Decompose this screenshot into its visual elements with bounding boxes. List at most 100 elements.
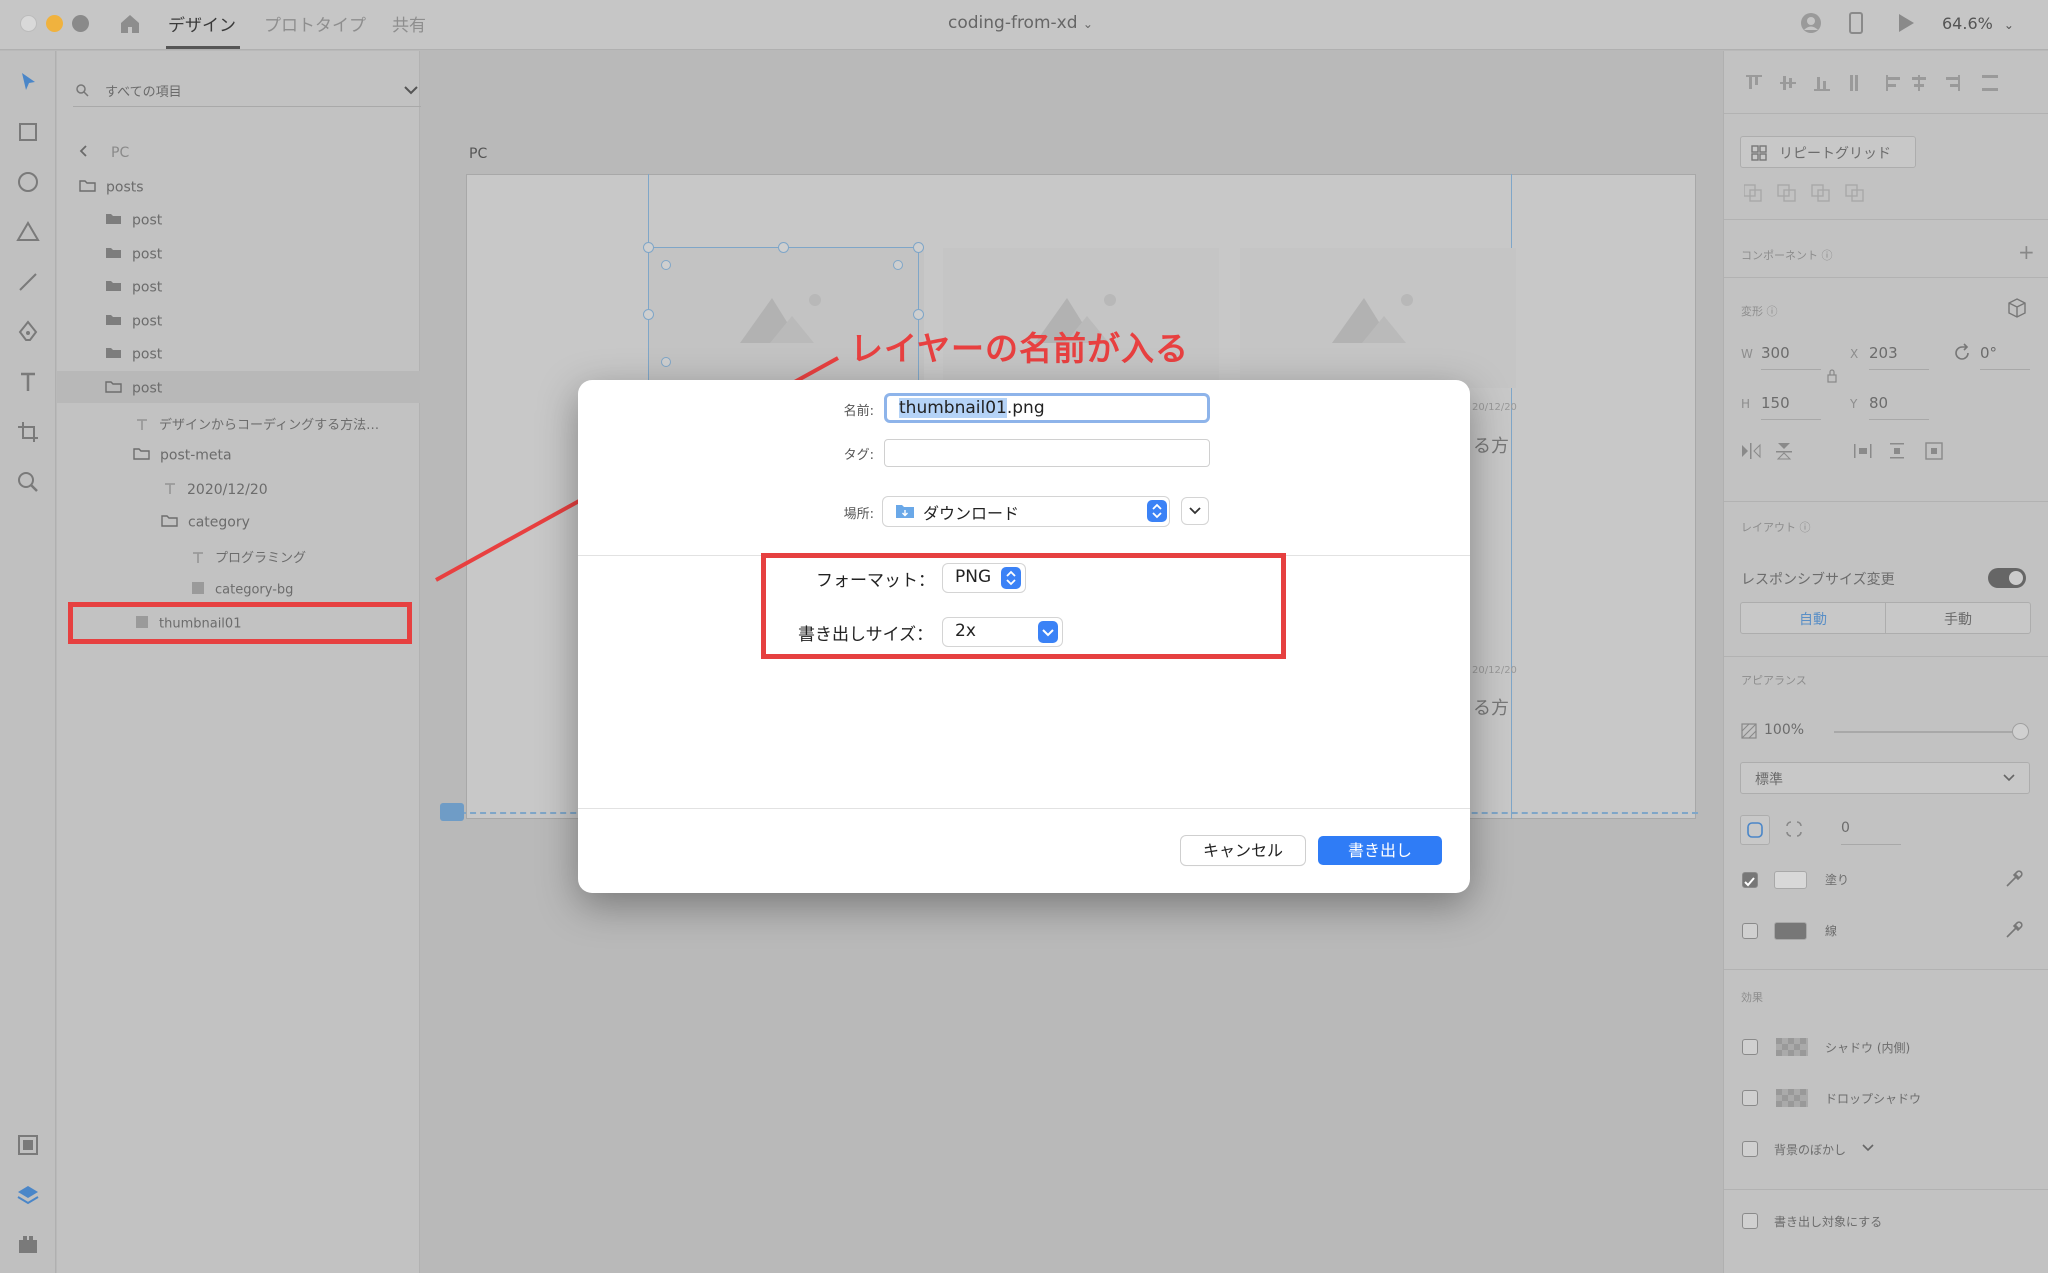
blend-mode-select[interactable]: 標準 [1740, 762, 2030, 794]
rectangle-tool-icon[interactable] [14, 118, 42, 146]
repeat-grid-button[interactable]: リピートグリッド [1740, 136, 1916, 168]
eyedropper-icon[interactable] [2004, 920, 2024, 940]
expand-location-button[interactable] [1182, 498, 1208, 524]
corner-radius-handle[interactable] [893, 260, 903, 270]
image-placeholder-icon [1332, 294, 1413, 343]
layer-item-date[interactable]: 2020/12/20 [163, 481, 268, 499]
layer-item-post[interactable]: post [105, 246, 162, 263]
user-icon[interactable] [1800, 12, 1822, 34]
tag-input[interactable] [884, 439, 1210, 467]
home-icon[interactable] [118, 12, 142, 36]
resize-handle[interactable] [643, 242, 654, 253]
y-input[interactable]: 80 [1869, 394, 1888, 412]
opacity-slider-track[interactable] [1834, 731, 2018, 733]
tab-share[interactable]: 共有 [392, 11, 426, 36]
3d-transform-icon[interactable] [2006, 297, 2028, 319]
section-component-label: コンポーネント [1741, 249, 1818, 262]
layer-item-category[interactable]: category [161, 514, 250, 531]
assets-panel-icon[interactable] [14, 1131, 42, 1159]
artboard-tool-icon[interactable] [14, 418, 42, 446]
location-select[interactable]: ダウンロード [883, 497, 1169, 526]
layer-label: post-meta [160, 447, 232, 464]
chevron-down-icon[interactable] [1862, 1144, 1874, 1152]
ellipse-tool-icon[interactable] [14, 168, 42, 196]
select-tool-icon[interactable] [14, 68, 42, 96]
lock-aspect-icon[interactable] [1827, 369, 1837, 383]
layer-item-title-text[interactable]: デザインからコーディングする方法… [135, 414, 379, 435]
boolean-ops-icons[interactable] [1744, 183, 1874, 203]
layer-item-post-meta[interactable]: post-meta [133, 447, 232, 464]
width-input[interactable]: 300 [1761, 344, 1790, 362]
layer-item-post[interactable]: post [105, 313, 162, 330]
export-button[interactable]: 書き出し [1318, 836, 1442, 865]
chevron-down-icon: ⌄ [1082, 17, 1093, 31]
fill-checkbox[interactable] [1742, 872, 1758, 888]
tab-design[interactable]: デザイン [168, 11, 236, 36]
inner-shadow-checkbox[interactable] [1742, 1039, 1758, 1055]
corner-radius-value[interactable]: 0 [1841, 820, 1850, 836]
window-minimize-button[interactable] [46, 15, 63, 32]
mark-for-export-checkbox[interactable] [1742, 1213, 1758, 1229]
resize-manual-button[interactable]: 手動 [1885, 602, 2031, 634]
align-icons[interactable] [1746, 73, 2026, 93]
stroke-checkbox[interactable] [1742, 923, 1758, 939]
tab-prototype[interactable]: プロトタイプ [264, 11, 366, 36]
layer-item-pc[interactable]: PC [79, 145, 129, 161]
plugins-panel-icon[interactable] [14, 1231, 42, 1259]
artboard-label[interactable]: PC [469, 146, 487, 162]
pen-tool-icon[interactable] [14, 318, 42, 346]
play-icon[interactable] [1896, 12, 1916, 34]
document-title[interactable]: coding-from-xd ⌄ [948, 13, 1093, 33]
responsive-resize-toggle[interactable] [1988, 568, 2026, 588]
drop-shadow-checkbox[interactable] [1742, 1090, 1758, 1106]
flip-distribute-icons[interactable] [1740, 441, 2030, 461]
resize-auto-button[interactable]: 自動 [1740, 602, 1886, 634]
layer-item-posts[interactable]: posts [79, 179, 144, 196]
layer-item-post-open[interactable]: post [105, 380, 162, 397]
layer-item-category-bg[interactable]: category-bg [191, 581, 293, 599]
file-name-input[interactable]: thumbnail01.png [884, 393, 1210, 423]
layer-search-text: すべての項目 [105, 85, 182, 100]
layers-panel-icon[interactable] [14, 1181, 42, 1209]
opacity-slider-thumb[interactable] [2012, 723, 2029, 740]
corner-radius-handle[interactable] [661, 260, 671, 270]
fill-color-swatch[interactable] [1774, 871, 1807, 889]
individual-radius-button[interactable] [1780, 815, 1810, 845]
zoom-tool-icon[interactable] [14, 468, 42, 496]
x-input[interactable]: 203 [1869, 344, 1898, 362]
name-label: 名前: [843, 404, 874, 419]
line-tool-icon[interactable] [14, 268, 42, 296]
chevron-left-icon[interactable] [79, 145, 89, 161]
viewport-guide-handle[interactable] [440, 803, 464, 821]
thumbnail-placeholder[interactable] [1240, 248, 1516, 388]
height-input[interactable]: 150 [1761, 394, 1790, 412]
layer-item-post[interactable]: post [105, 279, 162, 296]
window-close-button[interactable] [20, 15, 37, 32]
card-date-text: 20/12/20 [1472, 665, 1517, 676]
eyedropper-icon[interactable] [2004, 869, 2024, 889]
background-blur-checkbox[interactable] [1742, 1141, 1758, 1157]
text-tool-icon[interactable] [14, 368, 42, 396]
corner-radius-handle[interactable] [661, 357, 671, 367]
zoom-level[interactable]: 64.6% ⌄ [1942, 14, 2014, 33]
text-layer-icon [191, 550, 205, 568]
resize-handle[interactable] [913, 309, 924, 320]
layer-search[interactable]: すべての項目 [73, 73, 423, 107]
mobile-preview-icon[interactable] [1848, 12, 1864, 34]
rotation-input[interactable]: 0° [1980, 344, 1997, 362]
resize-handle[interactable] [913, 242, 924, 253]
layer-item-post[interactable]: post [105, 346, 162, 363]
resize-handle[interactable] [778, 242, 789, 253]
add-component-button[interactable]: + [2018, 240, 2035, 264]
layer-item-post[interactable]: post [105, 212, 162, 229]
folder-filled-icon [105, 313, 122, 330]
layer-item-category-text[interactable]: プログラミング [191, 547, 306, 568]
window-zoom-button[interactable] [72, 15, 89, 32]
stroke-color-swatch[interactable] [1774, 922, 1807, 940]
opacity-value[interactable]: 100% [1764, 722, 1804, 738]
chevron-down-icon[interactable] [403, 85, 419, 95]
polygon-tool-icon[interactable] [14, 218, 42, 246]
uniform-radius-button[interactable] [1740, 815, 1770, 845]
resize-handle[interactable] [643, 309, 654, 320]
cancel-button[interactable]: キャンセル [1181, 836, 1305, 865]
